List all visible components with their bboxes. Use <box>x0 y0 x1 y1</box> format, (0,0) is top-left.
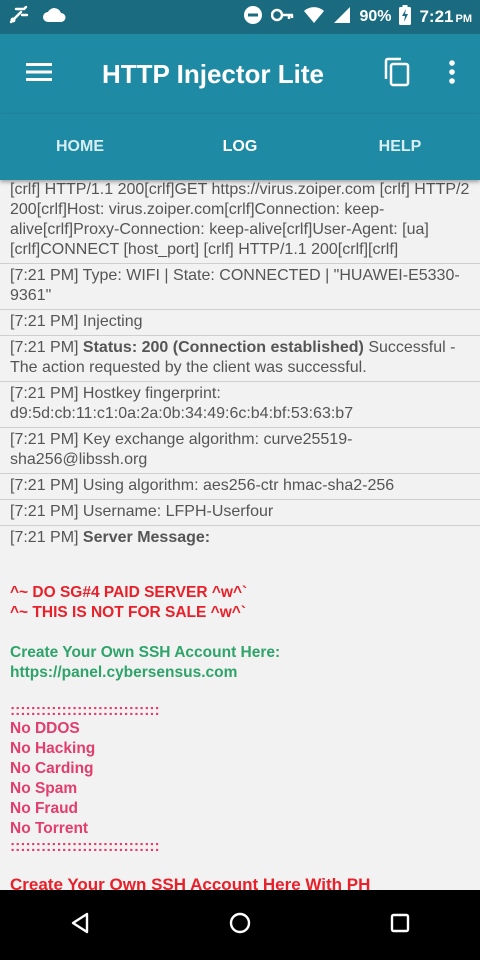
tab-home[interactable]: HOME <box>0 114 160 180</box>
status-ampm: PM <box>455 13 473 25</box>
create-account-title: Create Your Own SSH Account Here: <box>10 644 281 661</box>
log-time: [7:21 PM] <box>10 529 79 546</box>
key-icon <box>271 8 295 27</box>
log-text: Type: WIFI | State: CONNECTED | "HUAWEI-… <box>10 267 460 304</box>
rule-item: No DDOS <box>10 720 80 737</box>
log-entry: [7:21 PM] Key exchange algorithm: curve2… <box>0 428 480 474</box>
log-time: [7:21 PM] <box>10 477 79 494</box>
server-message-line: ^~ DO SG#4 PAID SERVER ^w^` <box>10 584 248 601</box>
copy-icon <box>382 57 410 92</box>
wifi-icon <box>303 6 325 29</box>
tab-bar: HOME LOG HELP <box>0 114 480 180</box>
log-time: [7:21 PM] <box>10 431 79 448</box>
navigation-bar <box>0 890 480 960</box>
back-triangle-icon <box>70 912 90 939</box>
server-message-line: Create Your Own SSH Account Here With PH <box>10 875 371 890</box>
home-circle-icon <box>229 912 251 939</box>
log-entry: [7:21 PM] Hostkey fingerprint: d9:5d:cb:… <box>0 382 480 428</box>
app-bar: HTTP Injector Lite <box>0 34 480 114</box>
battery-charging-icon <box>399 4 412 30</box>
status-bar: 90% 7:21 PM <box>0 0 480 34</box>
tab-log[interactable]: LOG <box>160 114 320 180</box>
log-entry: [7:21 PM] Username: LFPH-Userfour <box>0 500 480 526</box>
menu-icon <box>26 62 52 86</box>
server-message: ^~ DO SG#4 PAID SERVER ^w^` ^~ THIS IS N… <box>0 551 480 890</box>
tab-help[interactable]: HELP <box>320 114 480 180</box>
more-vert-icon <box>449 59 455 89</box>
app-title: HTTP Injector Lite <box>102 58 324 89</box>
log-panel[interactable]: [crlf] HTTP/1.1 200[crlf]GET https://vir… <box>0 180 480 890</box>
menu-button[interactable] <box>0 34 78 114</box>
rule-item: No Spam <box>10 780 78 797</box>
log-time: [7:21 PM] <box>10 385 79 402</box>
bolt-app-icon <box>8 5 30 30</box>
log-time: [7:21 PM] <box>10 267 79 284</box>
log-text: Username: LFPH-Userfour <box>78 503 274 520</box>
log-text: Injecting <box>78 313 143 330</box>
more-options-button[interactable] <box>424 34 480 114</box>
log-text: Using algorithm: aes256-ctr hmac-sha2-25… <box>78 477 395 494</box>
log-entry-server-message: [7:21 PM] Server Message: <box>0 526 480 551</box>
log-time: [7:21 PM] <box>10 339 79 356</box>
log-entry: [7:21 PM] Using algorithm: aes256-ctr hm… <box>0 474 480 500</box>
recents-square-icon <box>390 913 410 938</box>
log-entry: [7:21 PM] Status: 200 (Connection establ… <box>0 336 480 382</box>
log-bold-text: Status: 200 (Connection established) <box>78 339 364 356</box>
rule-item: No Carding <box>10 760 94 777</box>
log-entry: [7:21 PM] Type: WIFI | State: CONNECTED … <box>0 264 480 310</box>
log-bold-text: Server Message: <box>78 529 211 546</box>
battery-percent: 90% <box>359 8 392 25</box>
log-time: [7:21 PM] <box>10 313 79 330</box>
home-button[interactable] <box>200 890 280 960</box>
signal-icon <box>333 6 351 29</box>
minus-circle-icon <box>243 5 263 30</box>
separator: ::::::::::::::::::::::::::::: <box>10 838 160 855</box>
server-message-line: ^~ THIS IS NOT FOR SALE ^w^` <box>10 604 246 621</box>
log-entry-payload: [crlf] HTTP/1.1 200[crlf]GET https://vir… <box>0 180 480 264</box>
copy-button[interactable] <box>368 34 424 114</box>
log-time: [7:21 PM] <box>10 503 79 520</box>
rule-item: No Fraud <box>10 800 79 817</box>
separator: ::::::::::::::::::::::::::::: <box>10 702 160 719</box>
cloud-icon <box>42 6 66 29</box>
log-entry: [7:21 PM] Injecting <box>0 310 480 336</box>
create-account-url: https://panel.cybersensus.com <box>10 664 238 681</box>
rule-item: No Hacking <box>10 740 96 757</box>
rule-item: No Torrent <box>10 820 89 837</box>
status-time: 7:21 <box>419 7 454 26</box>
log-text: [crlf] HTTP/1.1 200[crlf]GET https://vir… <box>10 181 470 258</box>
recents-button[interactable] <box>360 890 440 960</box>
back-button[interactable] <box>40 890 120 960</box>
